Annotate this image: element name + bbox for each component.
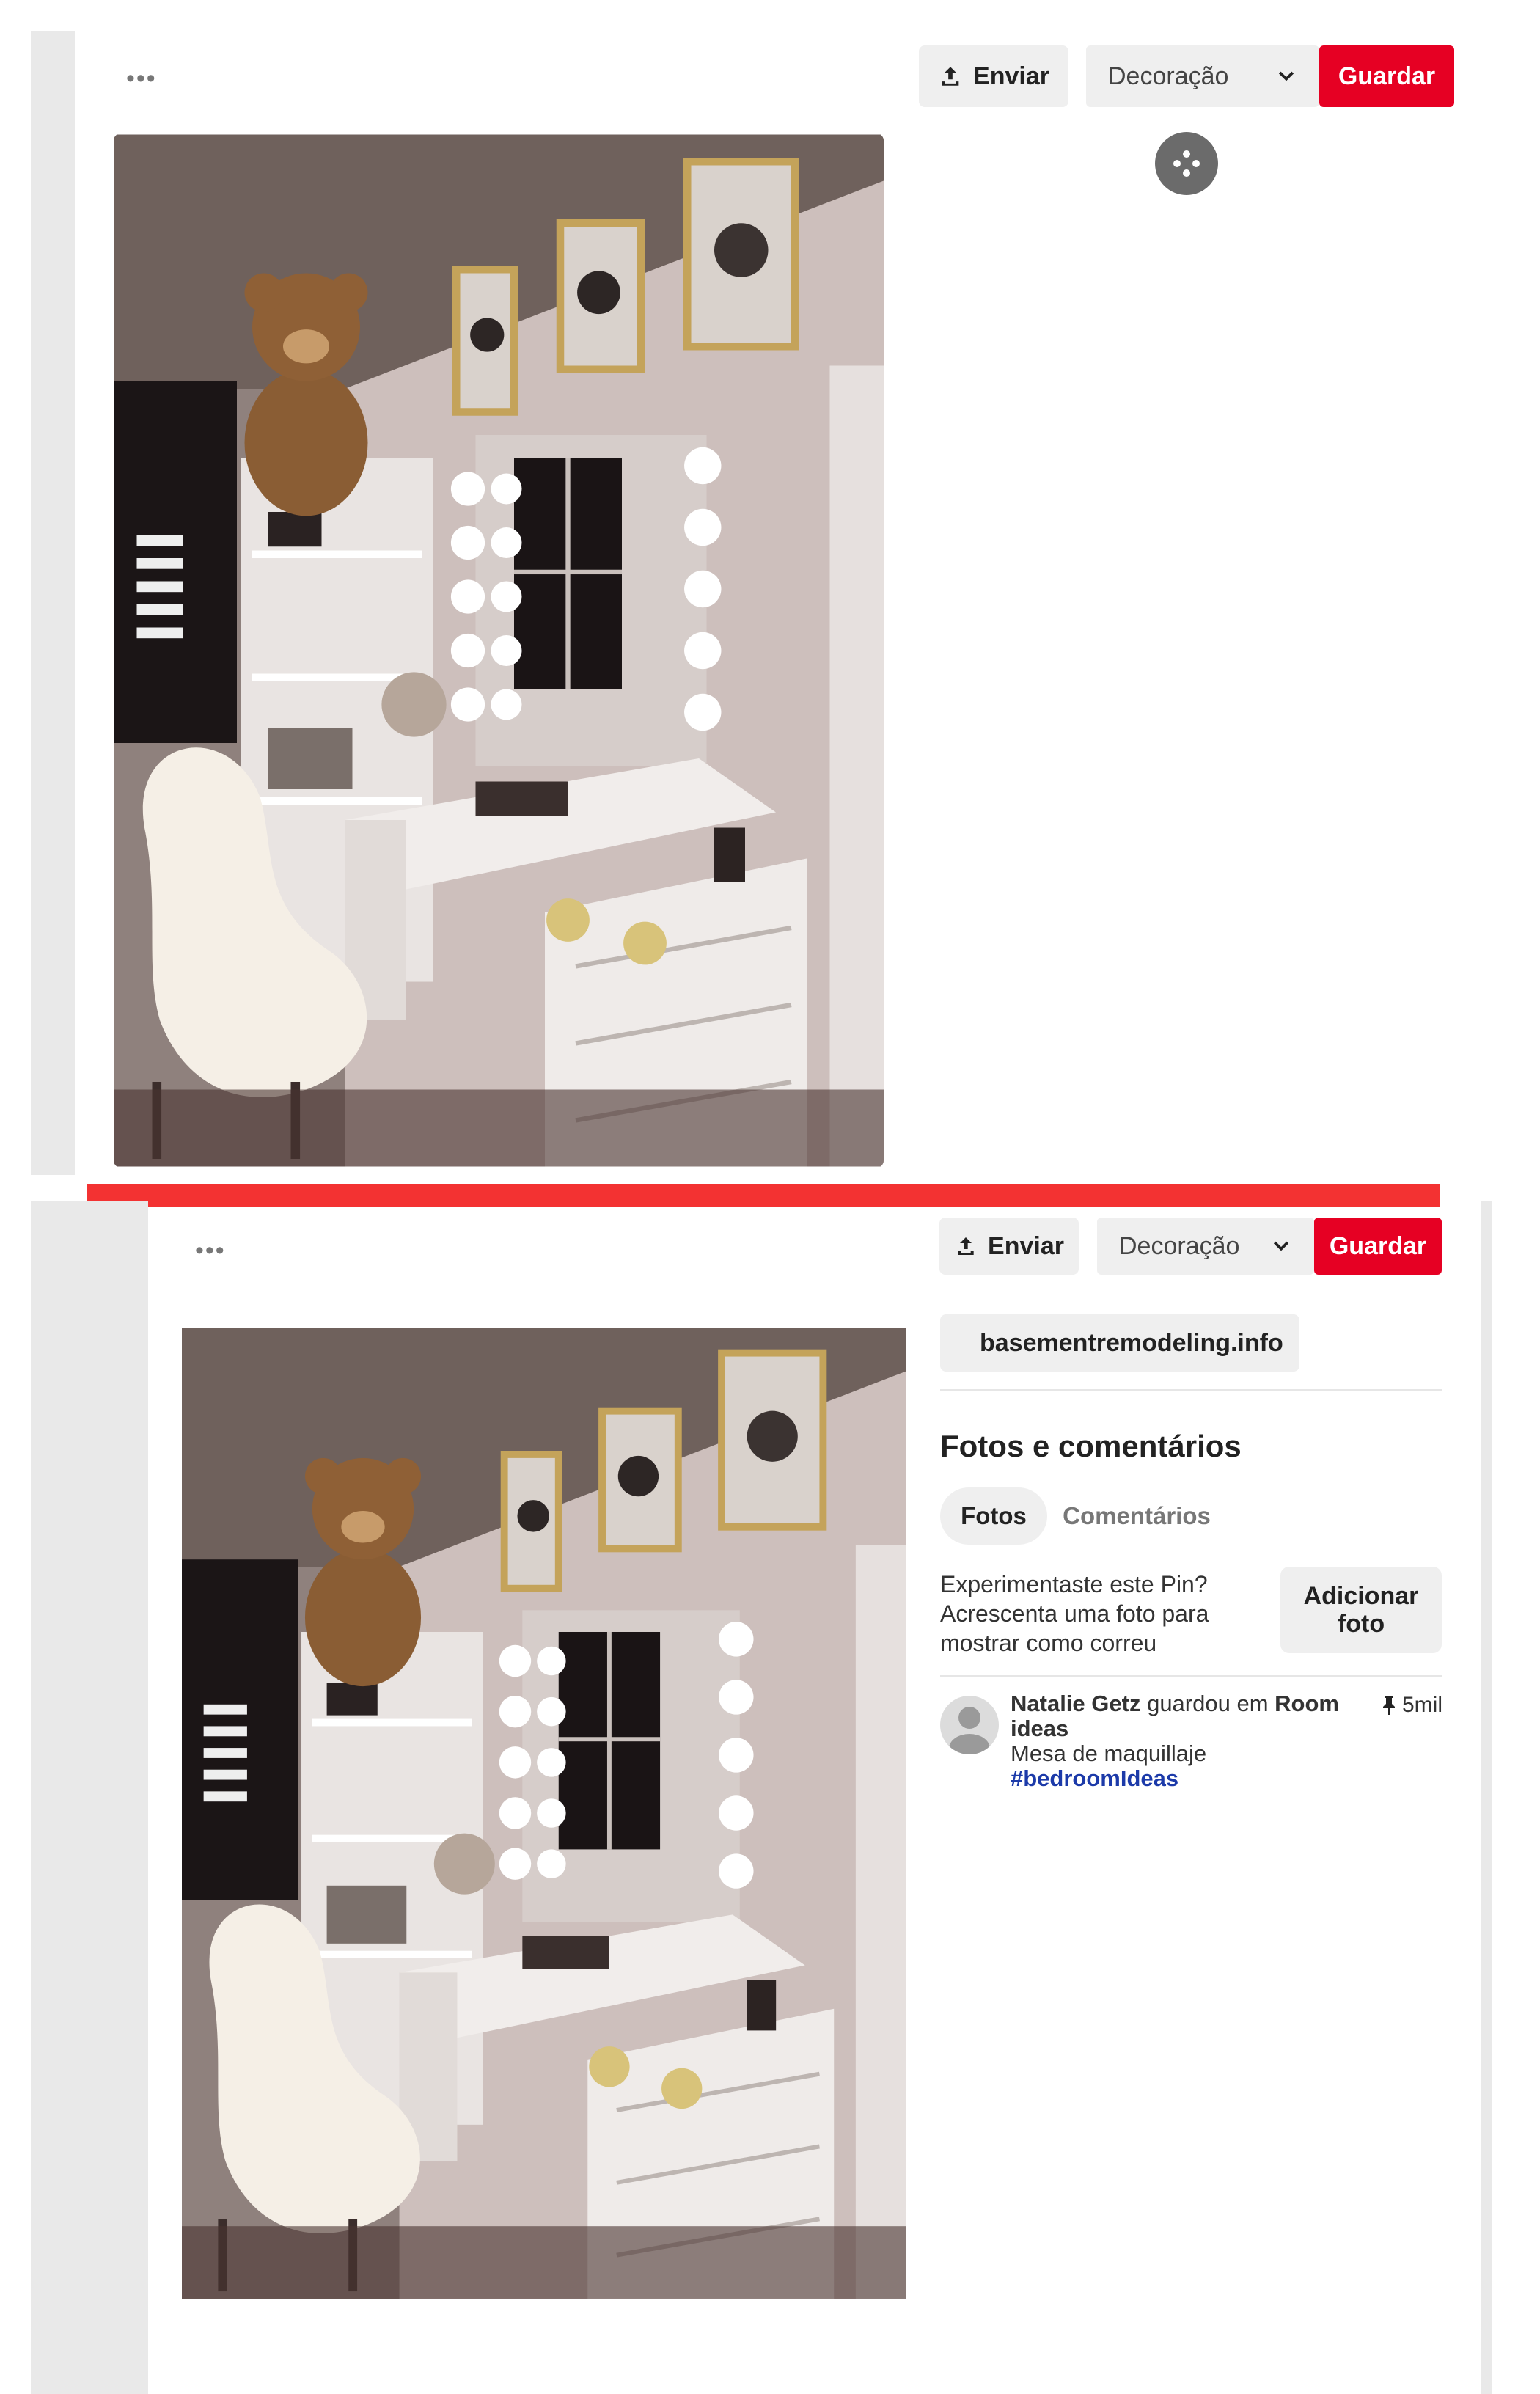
chevron-down-icon [1273,1241,1289,1251]
board-select[interactable]: Decoração [1086,45,1319,107]
send-button-label: Enviar [988,1231,1064,1260]
activity-description: Mesa de maquillaje [1011,1740,1207,1766]
pin-image[interactable] [114,133,884,1168]
board-select[interactable]: Decoração [1097,1218,1314,1275]
try-pin-prompt: Experimentaste este Pin? Acrescenta uma … [940,1571,1209,1656]
left-rail [31,31,75,1175]
section-divider [87,1184,1440,1207]
save-count: 5mil [1382,1693,1442,1718]
activity-text: Natalie Getz guardou em Room ideas Mesa … [1011,1691,1348,1791]
user-icon [949,1707,990,1754]
send-button[interactable]: Enviar [939,1218,1079,1275]
vanity-photo [182,1297,906,2329]
board-select-value: Decoração [1119,1231,1240,1260]
send-button-label: Enviar [973,62,1049,90]
visual-search-button[interactable] [1155,132,1218,195]
section-title: Fotos e comentários [940,1429,1242,1463]
activity-action: guardou em [1147,1691,1269,1716]
activity-user[interactable]: Natalie Getz [1011,1691,1140,1716]
send-button[interactable]: Enviar [919,45,1068,107]
pin-image[interactable] [182,1297,906,2329]
chevron-down-icon [1278,71,1294,81]
activity-hashtag[interactable]: #bedroomIdeas [1011,1765,1178,1791]
vanity-photo [114,133,884,1168]
tab-comments[interactable]: Comentários [1056,1487,1217,1545]
more-options-button[interactable]: ••• [195,1238,226,1263]
divider [940,1675,1442,1677]
right-rail [1481,1201,1492,2394]
divider [940,1389,1442,1391]
save-count-value: 5mil [1402,1693,1443,1717]
add-photo-label: Adicionar foto [1303,1582,1419,1638]
board-select-value: Decoração [1108,62,1229,90]
upload-icon [958,1237,974,1255]
add-photo-button[interactable]: Adicionar foto [1280,1567,1442,1653]
upload-icon [942,67,959,86]
save-button[interactable]: Guardar [1314,1218,1442,1275]
left-rail [31,1201,148,2394]
pin-icon [1383,1696,1395,1715]
save-button[interactable]: Guardar [1319,45,1454,107]
more-options-button[interactable]: ••• [126,66,157,91]
visual-search-icon [1173,150,1200,177]
source-link[interactable]: basementremodeling.info [940,1314,1299,1372]
source-link-label: basementremodeling.info [980,1328,1283,1357]
tab-photos[interactable]: Fotos [940,1487,1047,1545]
avatar[interactable] [940,1696,999,1754]
